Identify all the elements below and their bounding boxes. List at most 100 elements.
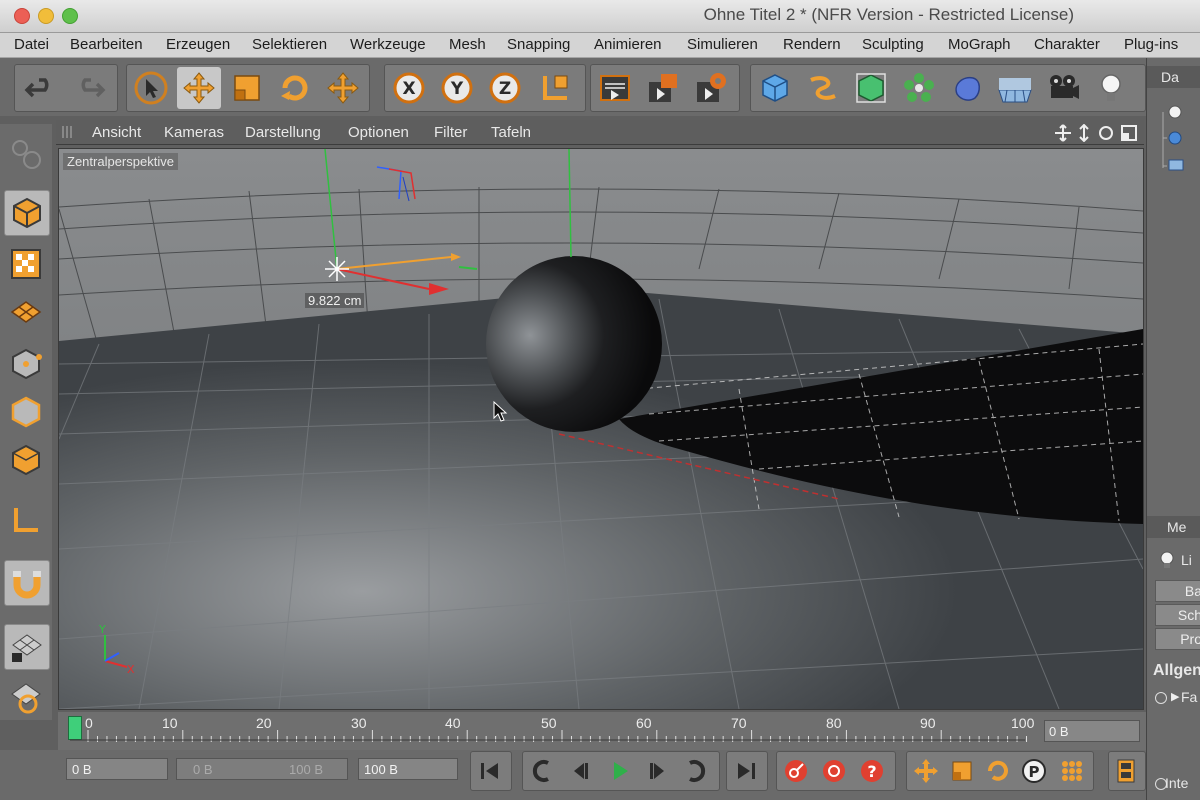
viewport-menu-bar: Ansicht Kameras Darstellung Optionen Fil… [56,120,1144,145]
minimize-window-button[interactable] [38,8,54,24]
preview-range-slider[interactable]: 0 B 100 B [176,758,348,780]
zoom-window-button[interactable] [62,8,78,24]
viewport-nav-icons[interactable] [1054,124,1140,142]
menu-werkzeuge[interactable]: Werkzeuge [350,36,426,53]
key-scale-icon[interactable] [945,754,979,788]
viewport-menu-tafeln[interactable]: Tafeln [491,124,531,141]
key-rotation-icon[interactable] [981,754,1015,788]
z-axis-lock-icon[interactable]: Z [483,67,527,109]
timeline-film-icon[interactable] [1109,754,1143,788]
viewport-scene: Y X [59,149,1143,709]
deformer-icon[interactable] [945,67,989,109]
render-picture-viewer-icon[interactable] [641,67,685,109]
sphere-object[interactable] [486,256,662,432]
snap-lock-icon[interactable] [4,624,50,670]
expand-triangle-icon[interactable]: ▶ [1171,690,1179,703]
object-tree[interactable] [1153,98,1200,188]
y-axis-lock-icon[interactable]: Y [435,67,479,109]
magnet-icon[interactable] [4,560,50,606]
intensity-row[interactable]: Inte [1153,774,1200,794]
menu-bearbeiten[interactable]: Bearbeiten [70,36,143,53]
viewport-menu-optionen[interactable]: Optionen [348,124,409,141]
3d-viewport[interactable]: Y X Zentralperspektive 9.822 cm [58,148,1144,710]
axis-tool-icon[interactable] [4,498,48,542]
attr-tab-projekt[interactable]: Pro [1155,628,1200,650]
attr-tab-basis[interactable]: Ba [1155,580,1200,602]
move-icon[interactable] [177,67,221,109]
help-key-icon[interactable]: ? [855,754,889,788]
previous-key-icon[interactable] [525,754,559,788]
attr-tab-schatten[interactable]: Sch [1155,604,1200,626]
color-field-row[interactable]: ▶ Fa [1153,688,1200,708]
start-frame-field[interactable]: 0 B [66,758,168,780]
polygons-mode-icon[interactable] [4,390,48,434]
workplane-icon[interactable] [4,242,48,286]
menu-animieren[interactable]: Animieren [594,36,662,53]
play-icon[interactable] [603,754,637,788]
viewport-menu-ansicht[interactable]: Ansicht [92,124,141,141]
axis-mode-icon[interactable] [4,438,48,482]
previous-frame-icon[interactable] [563,754,597,788]
live-select-icon[interactable] [321,67,365,109]
key-pla-icon[interactable] [1055,754,1089,788]
floor-icon[interactable] [993,67,1037,109]
goto-start-icon[interactable] [473,754,507,788]
cube-object-icon[interactable] [753,67,797,109]
x-axis-lock-icon[interactable]: X [387,67,431,109]
texture-mode-icon[interactable] [4,190,50,236]
radio-icon[interactable] [1155,692,1167,704]
next-frame-icon[interactable] [641,754,675,788]
end-frame-value: 100 B [364,762,398,777]
right-panel: Da Me Li Ba Sch Pro Allgen ▶ Fa Inte [1146,58,1200,800]
model-mode-icon[interactable] [4,132,48,176]
subdivision-icon[interactable] [849,67,893,109]
close-window-button[interactable] [14,8,30,24]
current-frame-field[interactable]: 0 B [1044,720,1140,742]
key-position-icon[interactable] [909,754,943,788]
objects-group [750,64,1146,112]
end-frame-field[interactable]: 100 B [358,758,458,780]
locked-workplane-icon[interactable] [4,676,48,720]
next-key-icon[interactable] [679,754,713,788]
edges-mode-icon[interactable] [4,342,48,386]
render-view-icon[interactable] [593,67,637,109]
scale-icon[interactable] [225,67,269,109]
menu-datei[interactable]: Datei [14,36,49,53]
object-manager-tab[interactable]: Da [1147,66,1200,88]
coordinate-system-icon[interactable] [533,67,577,109]
attribute-manager-tab[interactable]: Me [1147,516,1200,538]
spline-icon[interactable] [801,67,845,109]
viewport-menu-kameras[interactable]: Kameras [164,124,224,141]
auto-key-icon[interactable] [817,754,851,788]
menu-erzeugen[interactable]: Erzeugen [166,36,230,53]
undo-icon[interactable] [19,67,63,109]
light-icon[interactable] [1089,67,1133,109]
goto-end-icon[interactable] [729,754,763,788]
menu-selektieren[interactable]: Selektieren [252,36,327,53]
range-min-value: 0 B [193,762,213,777]
rotate-icon[interactable] [273,67,317,109]
timeline[interactable]: 0 10 20 30 40 50 60 70 80 90 100 0 B [58,712,1146,750]
render-settings-icon[interactable] [689,67,733,109]
viewport-menu-darstellung[interactable]: Darstellung [245,124,321,141]
menu-charakter[interactable]: Charakter [1034,36,1100,53]
key-parameter-icon[interactable]: P [1017,754,1051,788]
menu-sculpting[interactable]: Sculpting [862,36,924,53]
array-icon[interactable] [897,67,941,109]
menu-simulieren[interactable]: Simulieren [687,36,758,53]
points-mode-icon[interactable] [4,290,48,334]
record-key-icon[interactable] [779,754,813,788]
redo-icon[interactable] [67,67,111,109]
menu-snapping[interactable]: Snapping [507,36,570,53]
menu-plugins[interactable]: Plug-ins [1124,36,1178,53]
goto-start-group [470,751,512,791]
select-arrow-icon[interactable] [129,67,173,109]
menu-rendern[interactable]: Rendern [783,36,841,53]
transform-tools-group [126,64,370,112]
viewport-menu-filter[interactable]: Filter [434,124,467,141]
tick-label-10: 10 [162,715,178,731]
menu-mesh[interactable]: Mesh [449,36,486,53]
camera-icon[interactable] [1041,67,1085,109]
menu-mograph[interactable]: MoGraph [948,36,1011,53]
svg-text:X: X [402,79,415,99]
